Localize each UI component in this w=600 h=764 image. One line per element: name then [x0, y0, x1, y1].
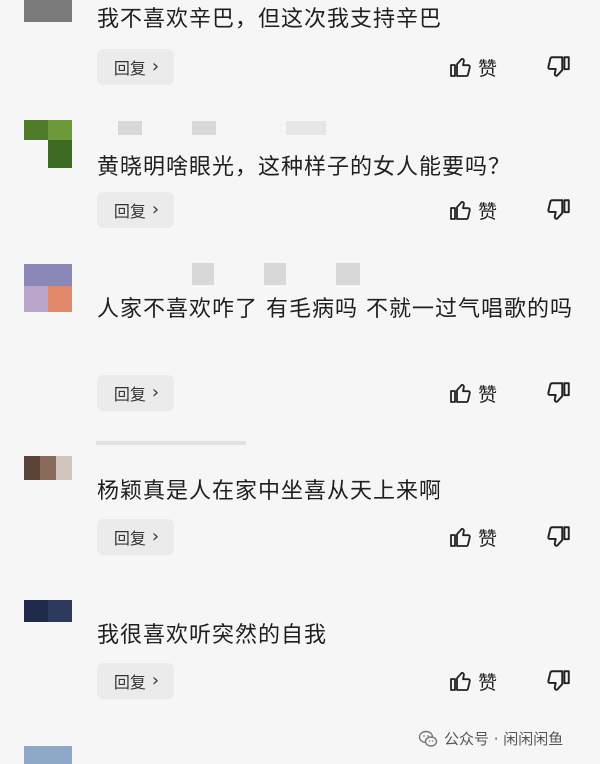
like-button[interactable]: 赞: [448, 192, 497, 228]
thumbs-up-icon: [448, 381, 472, 405]
thumbs-up-icon: [448, 55, 472, 79]
avatar[interactable]: [24, 456, 72, 480]
reply-label: 回复: [113, 673, 146, 692]
avatar[interactable]: [24, 0, 72, 22]
reply-button[interactable]: 回复 ›: [97, 49, 174, 85]
thumbs-down-icon[interactable]: [546, 54, 572, 80]
chevron-right-icon: ›: [151, 56, 160, 77]
reply-button[interactable]: 回复 ›: [97, 375, 174, 411]
watermark: 公众号 · 闲闲闲鱼: [418, 728, 563, 749]
comment-text: 人家不喜欢咋了 有毛病吗 不就一过气唱歌的吗: [97, 297, 573, 322]
chevron-right-icon: ›: [151, 670, 160, 691]
thumbs-down-icon[interactable]: [546, 668, 572, 694]
watermark-text: 公众号 · 闲闲闲鱼: [444, 730, 564, 748]
like-label: 赞: [478, 671, 498, 694]
like-button[interactable]: 赞: [448, 49, 497, 85]
comment-text: 我很喜欢听突然的自我: [97, 623, 328, 648]
wechat-logo-icon: [418, 729, 438, 749]
like-button[interactable]: 赞: [448, 519, 497, 555]
chevron-right-icon: ›: [151, 199, 160, 220]
thumbs-down-icon[interactable]: [546, 524, 572, 550]
like-label: 赞: [478, 527, 498, 550]
like-label: 赞: [478, 383, 498, 406]
avatar[interactable]: [24, 264, 72, 312]
like-label: 赞: [478, 57, 498, 80]
avatar[interactable]: [24, 600, 72, 622]
username-redacted: [96, 441, 256, 455]
like-button[interactable]: 赞: [448, 663, 497, 699]
reply-label: 回复: [113, 59, 146, 78]
thumbs-down-icon[interactable]: [546, 197, 572, 223]
comment-text: 我不喜欢辛巴，但这次我支持辛巴: [97, 7, 443, 32]
reply-label: 回复: [113, 385, 146, 404]
thumbs-down-icon[interactable]: [546, 380, 572, 406]
thumbs-up-icon: [448, 669, 472, 693]
thumbs-up-icon: [448, 525, 472, 549]
reply-button[interactable]: 回复 ›: [97, 519, 174, 555]
avatar[interactable]: [24, 120, 72, 168]
avatar: [24, 746, 72, 764]
reply-button[interactable]: 回复 ›: [97, 663, 174, 699]
chevron-right-icon: ›: [151, 382, 160, 403]
like-label: 赞: [478, 200, 498, 223]
username-redacted: [96, 121, 336, 135]
comment-text: 杨颖真是人在家中坐喜从天上来啊: [97, 479, 443, 504]
reply-label: 回复: [113, 529, 146, 548]
chevron-right-icon: ›: [151, 526, 160, 547]
like-button[interactable]: 赞: [448, 375, 497, 411]
thumbs-up-icon: [448, 198, 472, 222]
reply-button[interactable]: 回复 ›: [97, 192, 174, 228]
comment-text: 黄晓明啥眼光，这种样子的女人能要吗？: [97, 155, 512, 180]
username-redacted: [96, 263, 366, 285]
reply-label: 回复: [113, 202, 146, 221]
